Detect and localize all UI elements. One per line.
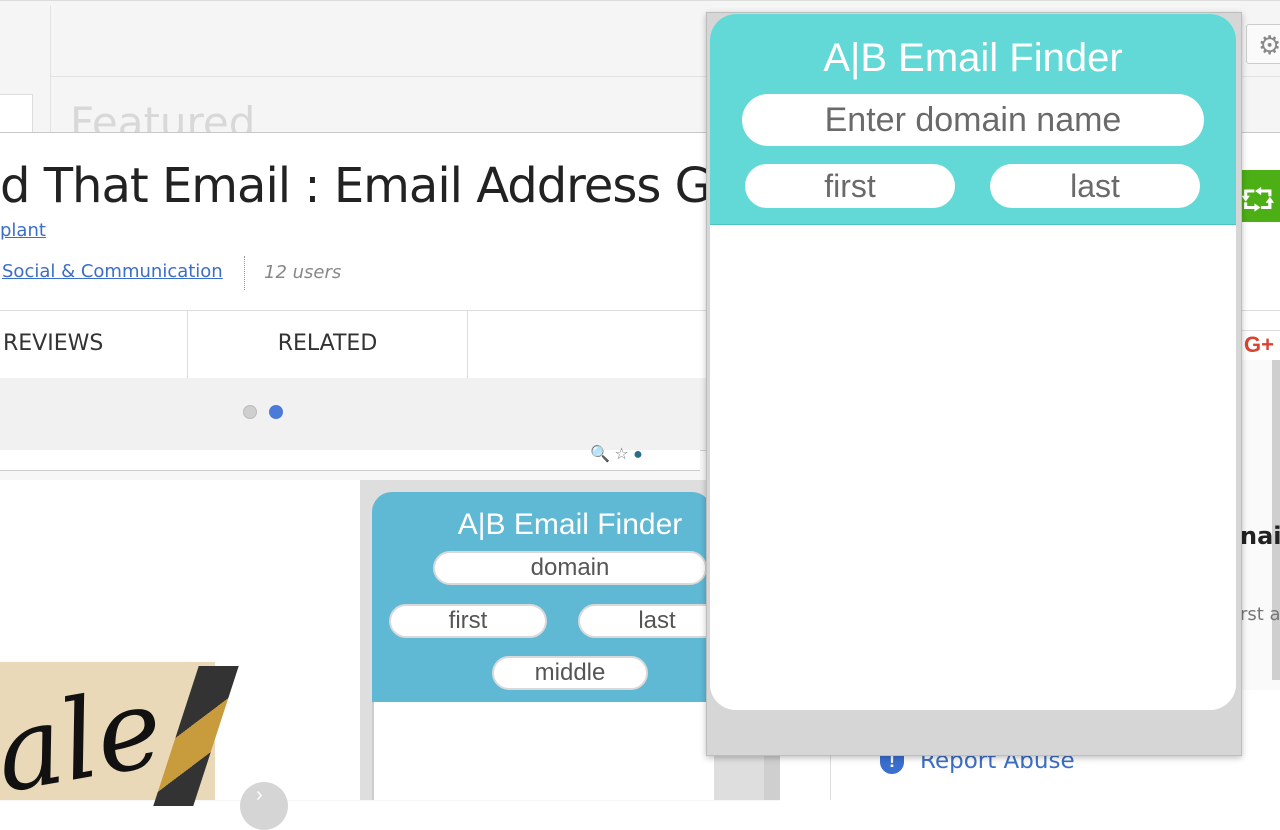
preview-first-field: first	[389, 604, 547, 638]
category-link[interactable]: Social & Communication	[2, 261, 223, 282]
domain-input[interactable]	[742, 94, 1204, 146]
tab-reviews[interactable]: REVIEWS	[0, 311, 188, 379]
carousel-next-button[interactable]	[240, 782, 288, 830]
results-area	[710, 225, 1236, 710]
topbar-side-box	[0, 94, 33, 136]
preview-toolbar-icons: 🔍 ☆ ●	[590, 446, 643, 463]
featured-heading: Featured	[70, 98, 256, 132]
chevron-right-icon: ›	[256, 784, 263, 806]
page-scrollbar[interactable]	[1272, 360, 1280, 680]
share-icon: ⮔	[1240, 184, 1276, 217]
extension-title: d That Email : Email Address Ge	[0, 158, 740, 214]
carousel-dot-1[interactable]	[243, 405, 257, 419]
screenshot-carousel	[0, 378, 760, 450]
side-heading-fragment: nair	[1240, 522, 1280, 550]
tab-related[interactable]: RELATED	[188, 311, 468, 379]
last-name-input[interactable]	[990, 164, 1200, 208]
popup-title: A|B Email Finder	[823, 36, 1123, 80]
author-link[interactable]: plant	[0, 220, 46, 241]
preview-domain-field: domain	[433, 551, 707, 585]
side-text-fragment: rst a	[1240, 604, 1280, 625]
carousel-dot-2-active[interactable]	[269, 405, 283, 419]
preview-middle-field: middle	[492, 656, 648, 690]
gear-icon: ⚙	[1258, 30, 1280, 60]
meta-divider	[244, 256, 245, 290]
first-name-input[interactable]	[745, 164, 955, 208]
preview-popup-body	[372, 702, 714, 800]
gplus-label: G+	[1244, 332, 1274, 357]
users-count: 12 users	[264, 262, 342, 283]
